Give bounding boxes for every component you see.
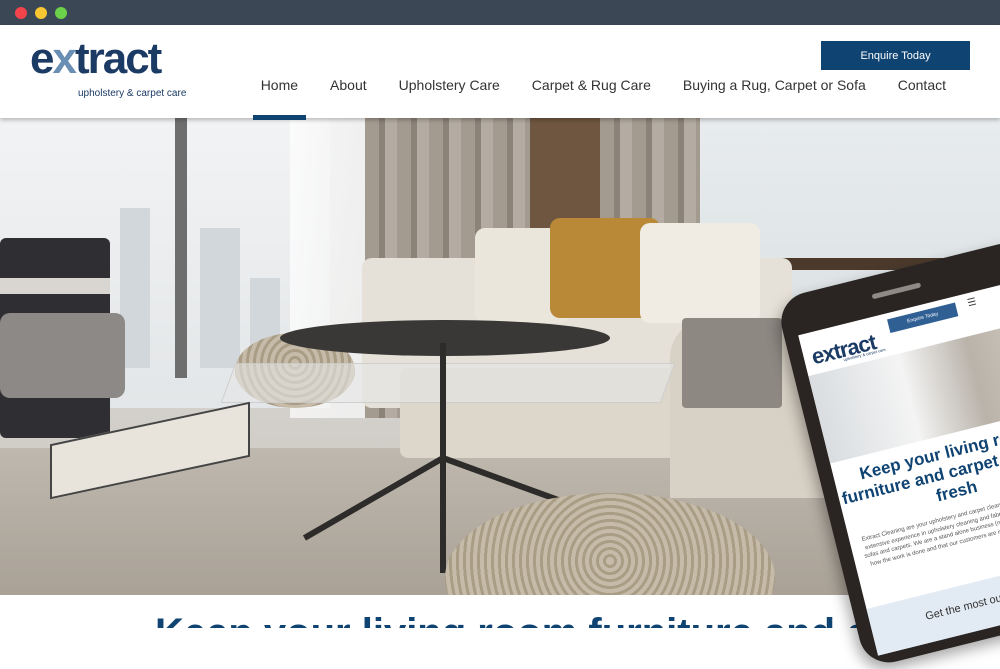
logo-text-x: x (52, 34, 77, 83)
logo-text-tract: tract (74, 34, 162, 83)
site-logo[interactable]: extract upholstery & carpet care (30, 37, 200, 102)
nav-about[interactable]: About (314, 74, 383, 118)
armchair-seat (0, 313, 125, 398)
nav-buying[interactable]: Buying a Rug, Carpet or Sofa (667, 74, 882, 118)
nav-carpet-rug-care[interactable]: Carpet & Rug Care (516, 74, 667, 118)
site-header: extract upholstery & carpet care Enquire… (0, 25, 1000, 120)
close-window-button[interactable] (15, 7, 27, 19)
nav-home[interactable]: Home (245, 74, 314, 120)
enquire-today-button[interactable]: Enquire Today (821, 41, 970, 70)
nav-upholstery-care[interactable]: Upholstery Care (383, 74, 516, 118)
main-nav: Home About Upholstery Care Carpet & Rug … (245, 74, 962, 120)
city-building (200, 228, 240, 368)
minimize-window-button[interactable] (35, 7, 47, 19)
throw-blanket (682, 318, 782, 408)
logo-text-e: e (30, 34, 55, 83)
logo-wordmark: extract (30, 34, 162, 83)
cushion (640, 223, 760, 323)
logo-tagline: upholstery & carpet care (78, 88, 187, 99)
glass-table (220, 363, 676, 403)
nav-contact[interactable]: Contact (882, 74, 962, 118)
intro-heading: Keep your living room furniture and carp… (155, 613, 966, 628)
hamburger-icon[interactable]: ☰ (966, 296, 979, 309)
phone-speaker (871, 282, 922, 300)
maximize-window-button[interactable] (55, 7, 67, 19)
window-frame (175, 118, 187, 378)
window-titlebar (0, 0, 1000, 25)
side-table (0, 278, 110, 294)
mobile-enquire-button[interactable]: Enquire Today (887, 302, 959, 334)
